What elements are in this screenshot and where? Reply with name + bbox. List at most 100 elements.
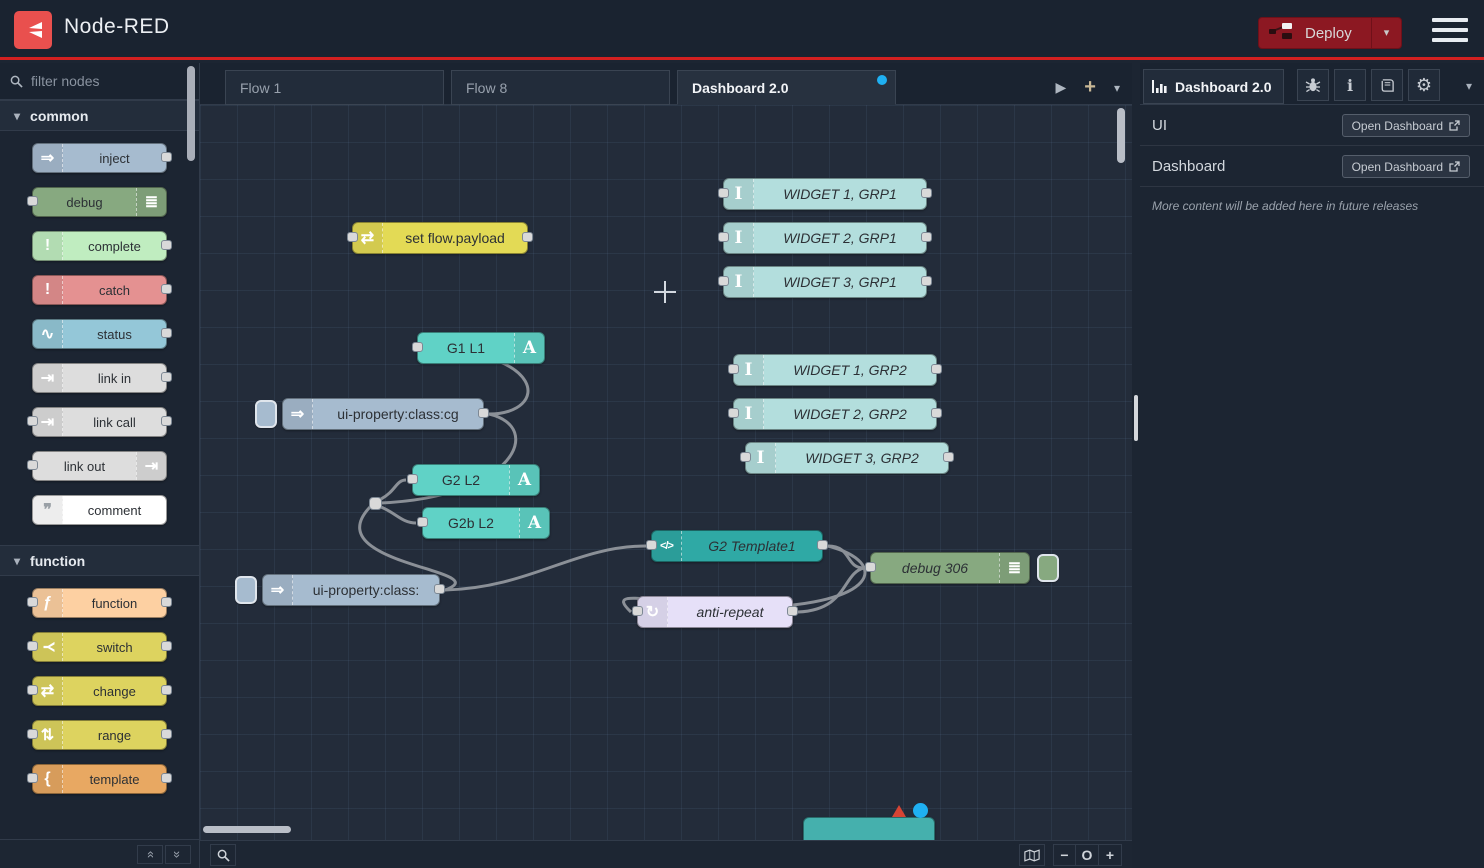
- output-port[interactable]: [161, 284, 172, 294]
- wire[interactable]: [445, 546, 646, 590]
- flow-list-caret-icon[interactable]: ▾: [1114, 81, 1120, 95]
- deploy-options-caret-icon[interactable]: ▾: [1371, 18, 1401, 48]
- main-menu-button[interactable]: [1432, 16, 1468, 44]
- canvas-node-unnamed[interactable]: [803, 817, 935, 840]
- palette-category-function[interactable]: ▾function: [0, 545, 199, 576]
- palette-filter-input[interactable]: [31, 73, 181, 89]
- output-port[interactable]: [522, 232, 533, 242]
- palette-node-debug[interactable]: ≣debug: [32, 187, 167, 217]
- config-nodes-tab-button[interactable]: ⚙: [1408, 69, 1440, 101]
- input-port[interactable]: [718, 188, 729, 198]
- output-port[interactable]: [161, 729, 172, 739]
- inject-button[interactable]: [235, 576, 257, 604]
- input-port[interactable]: [407, 474, 418, 484]
- output-port[interactable]: [921, 232, 932, 242]
- output-port[interactable]: [161, 597, 172, 607]
- palette-node-function[interactable]: ƒfunction: [32, 588, 167, 618]
- input-port[interactable]: [27, 729, 38, 739]
- help-tab-button[interactable]: [1371, 69, 1403, 101]
- palette-search[interactable]: [0, 63, 199, 100]
- palette-node-catch[interactable]: !catch: [32, 275, 167, 305]
- sidebar-tab-list-caret-icon[interactable]: ▾: [1466, 79, 1472, 93]
- palette-node-link-call[interactable]: ⇥link call: [32, 407, 167, 437]
- palette-node-complete[interactable]: !complete: [32, 231, 167, 261]
- output-port[interactable]: [161, 685, 172, 695]
- palette-node-comment[interactable]: ❞comment: [32, 495, 167, 525]
- input-port[interactable]: [740, 452, 751, 462]
- input-port[interactable]: [27, 416, 38, 426]
- canvas-node-widget-3-grp1[interactable]: IWIDGET 3, GRP1: [723, 266, 927, 298]
- output-port[interactable]: [161, 152, 172, 162]
- output-port[interactable]: [931, 408, 942, 418]
- output-port[interactable]: [161, 416, 172, 426]
- input-port[interactable]: [718, 276, 729, 286]
- input-port[interactable]: [27, 460, 38, 470]
- wire[interactable]: [381, 480, 406, 499]
- palette-scrollbar[interactable]: [187, 66, 195, 161]
- input-port[interactable]: [347, 232, 358, 242]
- palette-node-range[interactable]: ⇅range: [32, 720, 167, 750]
- canvas-node-widget-1-grp2[interactable]: IWIDGET 1, GRP2: [733, 354, 937, 386]
- sidebar-splitter[interactable]: [1132, 63, 1140, 868]
- input-port[interactable]: [412, 342, 423, 352]
- zoom-out-button[interactable]: −: [1053, 844, 1076, 866]
- splitter-handle[interactable]: [1134, 395, 1138, 441]
- open-dashboard-button[interactable]: Open Dashboard: [1342, 114, 1470, 137]
- wire-junction[interactable]: [369, 497, 382, 510]
- wire[interactable]: [381, 507, 416, 523]
- canvas-node-anti-repeat[interactable]: ↻anti-repeat: [637, 596, 793, 628]
- canvas-node-set-flow-payload[interactable]: ⇄set flow.payload: [352, 222, 528, 254]
- input-port[interactable]: [27, 597, 38, 607]
- zoom-reset-button[interactable]: O: [1076, 844, 1099, 866]
- wire[interactable]: [798, 568, 864, 612]
- palette-expand-all-button[interactable]: »: [165, 845, 191, 864]
- input-port[interactable]: [417, 517, 428, 527]
- canvas-node-debug-306[interactable]: ≣debug 306: [870, 552, 1030, 584]
- palette-node-link-out[interactable]: ⇥link out: [32, 451, 167, 481]
- input-port[interactable]: [728, 364, 739, 374]
- input-port[interactable]: [718, 232, 729, 242]
- input-port[interactable]: [27, 685, 38, 695]
- flow-tab-flow-1[interactable]: Flow 1: [225, 70, 444, 105]
- open-dashboard-button[interactable]: Open Dashboard: [1342, 155, 1470, 178]
- zoom-in-button[interactable]: +: [1099, 844, 1122, 866]
- info-tab-button[interactable]: i: [1334, 69, 1366, 101]
- sidebar-tab-dashboard[interactable]: Dashboard 2.0: [1143, 69, 1284, 104]
- input-port[interactable]: [646, 540, 657, 550]
- palette-node-inject[interactable]: ⇒inject: [32, 143, 167, 173]
- palette-node-change[interactable]: ⇄change: [32, 676, 167, 706]
- flow-canvas[interactable]: ⇄set flow.payloadIWIDGET 1, GRP1IWIDGET …: [200, 105, 1132, 840]
- output-port[interactable]: [434, 584, 445, 594]
- inject-button[interactable]: [255, 400, 277, 428]
- palette-category-common[interactable]: ▾common: [0, 100, 199, 131]
- canvas-node-widget-3-grp2[interactable]: IWIDGET 3, GRP2: [745, 442, 949, 474]
- deploy-button[interactable]: Deploy ▾: [1258, 17, 1402, 49]
- canvas-node-g1-l1[interactable]: AG1 L1: [417, 332, 545, 364]
- input-port[interactable]: [27, 196, 38, 206]
- palette-node-status[interactable]: ∿status: [32, 319, 167, 349]
- canvas-node-ui-property-class-cg[interactable]: ⇒ui-property:class:cg: [282, 398, 484, 430]
- output-port[interactable]: [931, 364, 942, 374]
- search-flows-button[interactable]: [210, 844, 236, 866]
- output-port[interactable]: [787, 606, 798, 616]
- canvas-node-g2-l2[interactable]: AG2 L2: [412, 464, 540, 496]
- wire[interactable]: [828, 546, 864, 568]
- canvas-node-ui-property-class-[interactable]: ⇒ui-property:class:: [262, 574, 440, 606]
- tab-scroll-right-icon[interactable]: ▶: [1056, 79, 1067, 96]
- canvas-horizontal-scrollbar[interactable]: [203, 826, 291, 833]
- flow-tab-flow-8[interactable]: Flow 8: [451, 70, 670, 105]
- canvas-node-g2b-l2[interactable]: AG2b L2: [422, 507, 550, 539]
- debug-tab-button[interactable]: [1297, 69, 1329, 101]
- output-port[interactable]: [161, 372, 172, 382]
- input-port[interactable]: [27, 641, 38, 651]
- output-port[interactable]: [161, 773, 172, 783]
- input-port[interactable]: [728, 408, 739, 418]
- input-port[interactable]: [865, 562, 876, 572]
- output-port[interactable]: [921, 276, 932, 286]
- output-port[interactable]: [921, 188, 932, 198]
- view-navigator-button[interactable]: [1019, 844, 1045, 866]
- canvas-vertical-scrollbar[interactable]: [1117, 108, 1125, 163]
- canvas-node-g2-template1[interactable]: </>G2 Template1: [651, 530, 823, 562]
- add-flow-button[interactable]: +: [1084, 76, 1096, 99]
- palette-node-switch[interactable]: Yswitch: [32, 632, 167, 662]
